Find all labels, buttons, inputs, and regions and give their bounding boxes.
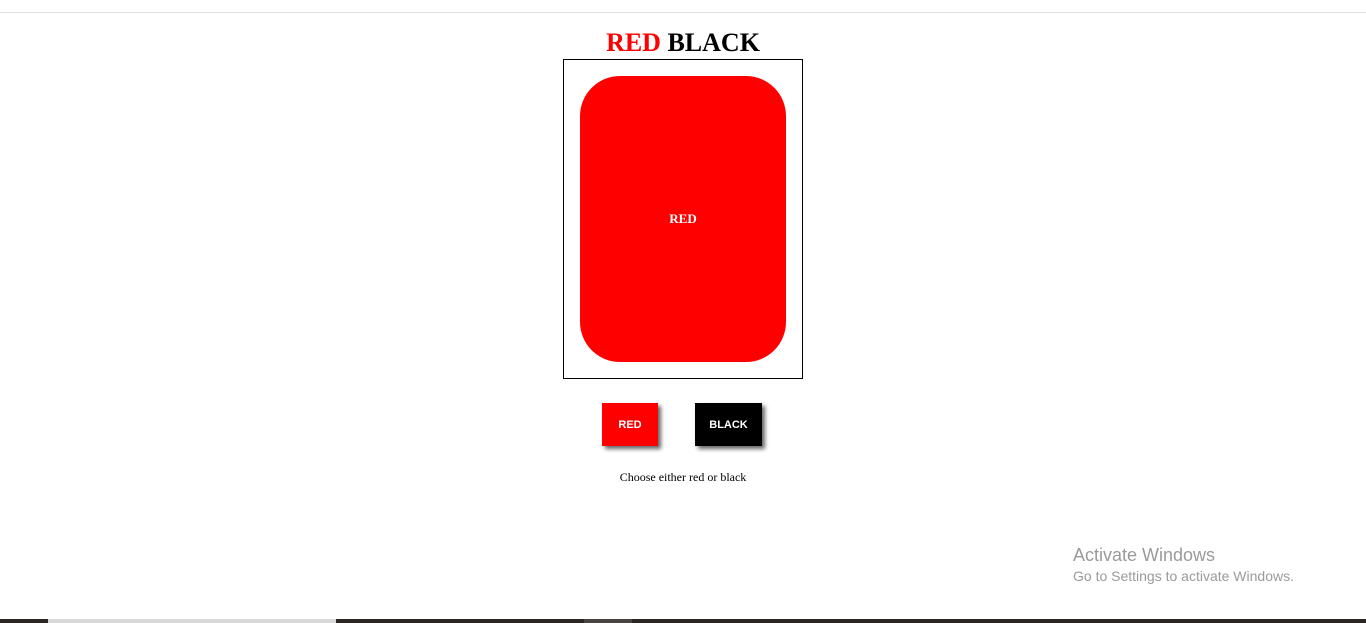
page: RED BLACK RED RED BLACK Choose either re… [0,0,1366,623]
red-button[interactable]: RED [602,403,658,446]
instruction-message: Choose either red or black [619,470,747,484]
taskbar-segment [48,619,336,623]
watermark-title: Activate Windows [1073,545,1216,565]
game-title: RED BLACK [0,28,1366,58]
card-label: RED [669,211,697,226]
card: RED [580,76,786,362]
title-black-word: BLACK [667,28,760,57]
taskbar-strip [0,619,1366,623]
activate-windows-watermark: Activate Windows Go to Settings to activ… [1073,544,1294,585]
taskbar-segment [584,619,632,623]
black-button[interactable]: BLACK [695,403,762,446]
title-red-word: RED [606,28,661,57]
watermark-subtitle: Go to Settings to activate Windows. [1073,568,1294,584]
card-frame: RED [563,59,803,379]
top-divider [0,12,1366,13]
